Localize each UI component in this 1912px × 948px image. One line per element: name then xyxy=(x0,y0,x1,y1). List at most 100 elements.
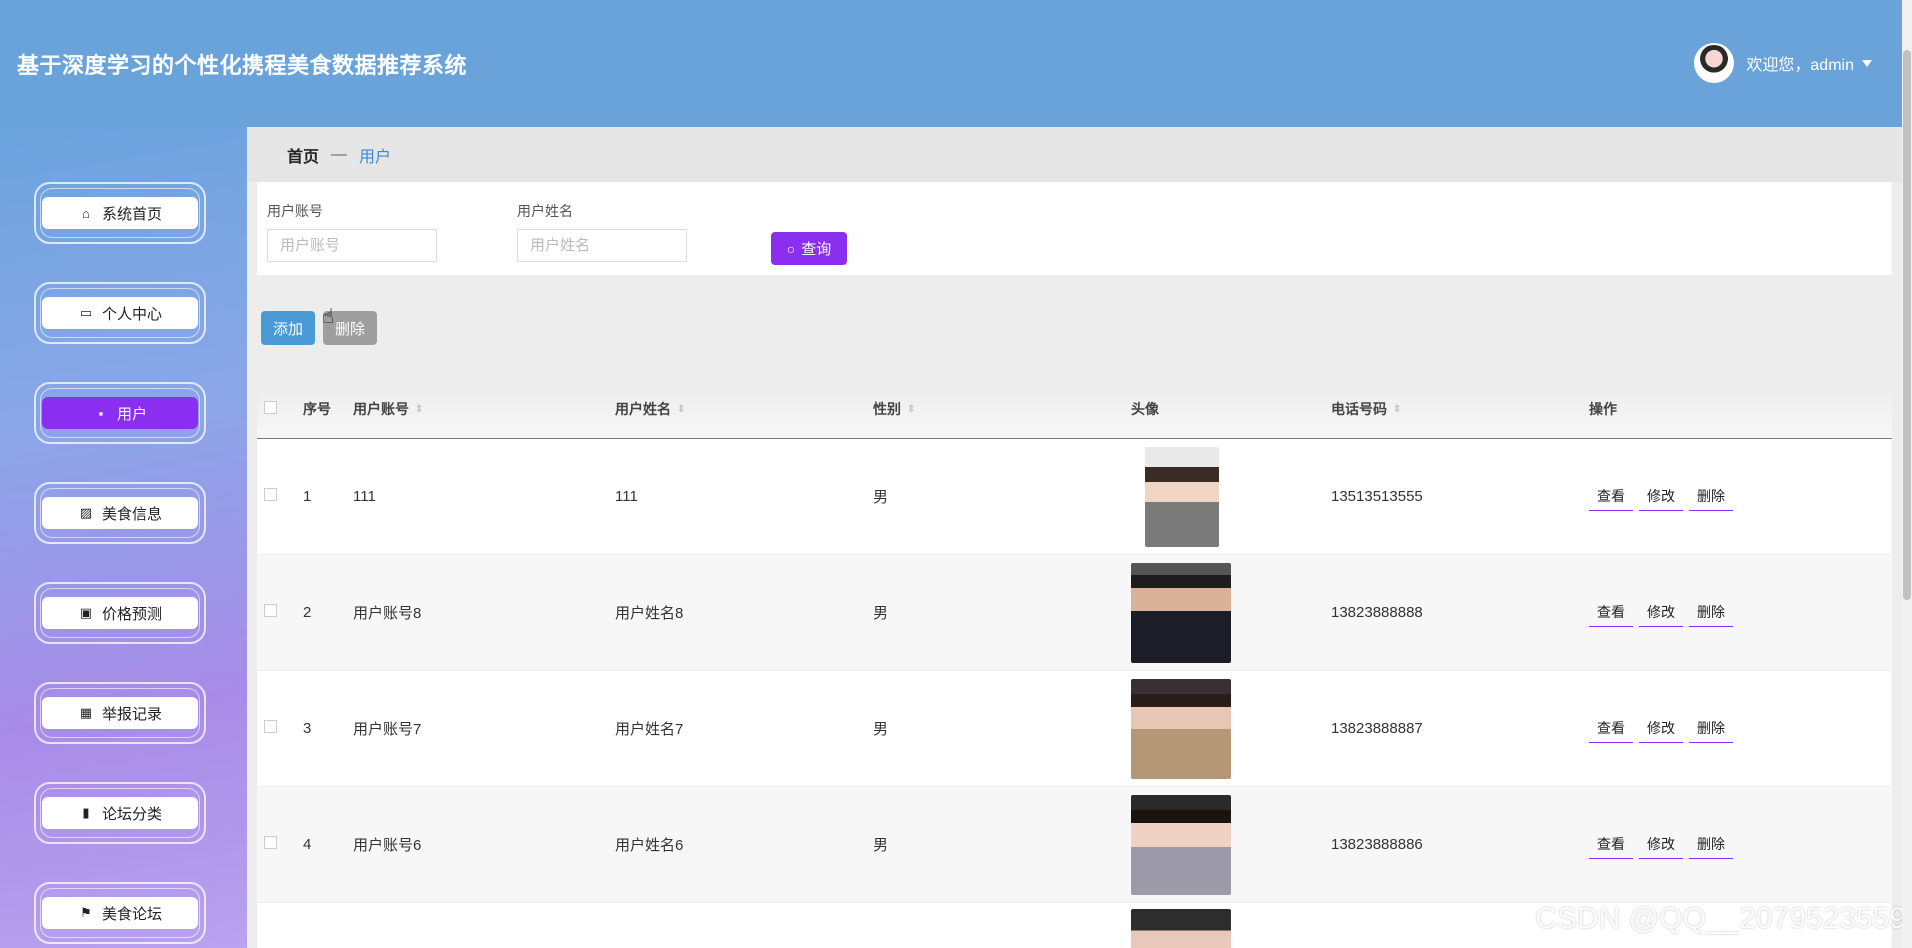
query-button-label: 查询 xyxy=(801,241,832,258)
breadcrumb-separator: — xyxy=(331,145,348,163)
cell-index: 1 xyxy=(303,488,312,505)
breadcrumb: 首页 — 用户 xyxy=(247,127,1902,182)
chevron-down-icon[interactable] xyxy=(1862,59,1872,67)
user-avatar-photo xyxy=(1131,794,1231,895)
cell-phone: 13823888888 xyxy=(1331,604,1423,621)
table-row: 2 用户账号8 用户姓名8 男 13823888888 查看 修改 删除 xyxy=(257,555,1892,671)
cell-account: 用户账号6 xyxy=(353,837,422,854)
cell-phone: 13513513555 xyxy=(1331,488,1423,505)
row-checkbox[interactable] xyxy=(264,604,277,617)
cell-name: 111 xyxy=(615,488,638,505)
view-button[interactable]: 查看 xyxy=(1589,714,1633,743)
sidebar-item-food-forum[interactable]: ⚑ 美食论坛 xyxy=(34,882,206,944)
view-button[interactable]: 查看 xyxy=(1589,598,1633,627)
chart-icon: ▨ xyxy=(79,505,93,520)
sidebar-item-label: 用户 xyxy=(116,405,147,423)
grid-icon: ▦ xyxy=(79,705,93,720)
avatar[interactable] xyxy=(1694,43,1735,83)
row-delete-button[interactable]: 删除 xyxy=(1689,830,1733,859)
user-avatar-photo xyxy=(1131,562,1231,663)
search-icon: ○ xyxy=(786,240,796,257)
edit-button[interactable]: 修改 xyxy=(1639,598,1683,627)
top-header: 基于深度学习的个性化携程美食数据推荐系统 欢迎您，admin xyxy=(0,0,1902,127)
cell-index: 2 xyxy=(303,604,312,621)
col-phone[interactable]: 电话号码 ⇕ xyxy=(1331,399,1589,419)
user-table: 序号 用户账号 ⇕ 用户姓名 ⇕ 性别 ⇕ 头像 电话号码 ⇕ 操作 1 111 111… xyxy=(257,379,1892,948)
col-gender[interactable]: 性别 ⇕ xyxy=(873,399,1131,419)
select-all-checkbox[interactable] xyxy=(264,400,277,414)
account-field: 用户账号 xyxy=(267,201,437,262)
main-content: 首页 — 用户 用户账号 用户姓名 ○ 查询 添加 删除 序号 用户账号⇕ 用户… xyxy=(247,127,1902,948)
col-name[interactable]: 用户姓名 ⇕ xyxy=(615,399,873,419)
col-avatar: 头像 xyxy=(1131,400,1159,417)
edit-button[interactable]: 修改 xyxy=(1639,482,1683,511)
app-title: 基于深度学习的个性化携程美食数据推荐系统 xyxy=(17,53,468,78)
sidebar-item-label: 价格预测 xyxy=(101,605,162,623)
edit-button[interactable]: 修改 xyxy=(1639,714,1683,743)
row-delete-button[interactable]: 删除 xyxy=(1689,482,1733,511)
add-button[interactable]: 添加 xyxy=(261,311,316,345)
scrollbar-thumb[interactable] xyxy=(1903,50,1911,600)
user-avatar-photo xyxy=(1131,678,1231,779)
cell-index: 4 xyxy=(303,836,312,853)
search-panel: 用户账号 用户姓名 ○ 查询 xyxy=(257,182,1892,275)
page-scrollbar[interactable] xyxy=(1902,0,1912,948)
table-row: 1 111 111 男 13513513555 查看 修改 删除 xyxy=(257,439,1892,555)
sort-icon[interactable]: ⇕ xyxy=(907,404,915,415)
cell-gender: 男 xyxy=(873,721,889,738)
cell-gender: 男 xyxy=(873,837,889,854)
cell-gender: 男 xyxy=(873,605,889,622)
sort-icon[interactable]: ⇕ xyxy=(1393,404,1401,415)
cell-name: 用户姓名7 xyxy=(615,721,684,738)
account-label: 用户账号 xyxy=(267,203,323,219)
name-label: 用户姓名 xyxy=(517,203,573,219)
row-checkbox[interactable] xyxy=(264,720,277,733)
row-delete-button[interactable]: 删除 xyxy=(1689,598,1733,627)
sidebar-item-label: 美食论坛 xyxy=(101,905,162,923)
card-icon: ▭ xyxy=(79,305,93,320)
sidebar-item-food-info[interactable]: ▨ 美食信息 xyxy=(34,482,206,544)
view-button[interactable]: 查看 xyxy=(1589,830,1633,859)
account-search-input[interactable] xyxy=(267,229,437,262)
table-header: 序号 用户账号 ⇕ 用户姓名 ⇕ 性别 ⇕ 头像 电话号码 ⇕ 操作 xyxy=(257,379,1892,439)
query-button[interactable]: ○ 查询 xyxy=(771,232,847,265)
sidebar: ⌂ 系统首页 ▭ 个人中心 ▪ 用户 ▨ 美食信息 ▣ 价格预测 ▦ 举报记录 ▮ 论坛分类 … xyxy=(0,127,247,948)
col-index: 序号 xyxy=(303,400,331,417)
user-menu[interactable]: 欢迎您，admin xyxy=(1694,43,1872,83)
cell-account: 用户账号7 xyxy=(353,721,422,738)
row-checkbox[interactable] xyxy=(264,488,277,501)
cell-name: 用户姓名8 xyxy=(615,605,684,622)
sidebar-item-label: 论坛分类 xyxy=(101,805,162,823)
table-row: 3 用户账号7 用户姓名7 男 13823888887 查看 修改 删除 xyxy=(257,671,1892,787)
row-checkbox[interactable] xyxy=(264,836,277,849)
edit-button[interactable]: 修改 xyxy=(1639,830,1683,859)
cell-phone: 13823888887 xyxy=(1331,720,1423,737)
sidebar-item-home[interactable]: ⌂ 系统首页 xyxy=(34,182,206,244)
sidebar-item-users[interactable]: ▪ 用户 xyxy=(34,382,206,444)
sidebar-item-reports[interactable]: ▦ 举报记录 xyxy=(34,682,206,744)
name-search-input[interactable] xyxy=(517,229,687,262)
cell-account: 111 xyxy=(353,488,376,505)
cell-gender: 男 xyxy=(873,489,889,506)
sort-icon[interactable]: ⇕ xyxy=(677,404,685,415)
pointer-cursor-icon: ☝ xyxy=(322,306,335,328)
sidebar-item-label: 美食信息 xyxy=(101,505,162,523)
table-row: 4 用户账号6 用户姓名6 男 13823888886 查看 修改 删除 xyxy=(257,787,1892,903)
chat-icon: ▪ xyxy=(98,405,104,421)
home-icon: ⌂ xyxy=(82,205,90,221)
breadcrumb-current: 用户 xyxy=(359,148,392,166)
sidebar-item-label: 举报记录 xyxy=(101,705,162,723)
user-avatar-photo xyxy=(1145,446,1219,547)
sidebar-item-price-forecast[interactable]: ▣ 价格预测 xyxy=(34,582,206,644)
breadcrumb-home[interactable]: 首页 xyxy=(287,143,319,167)
row-delete-button[interactable]: 删除 xyxy=(1689,714,1733,743)
cell-account: 用户账号8 xyxy=(353,605,422,622)
view-button[interactable]: 查看 xyxy=(1589,482,1633,511)
welcome-text: 欢迎您，admin xyxy=(1746,57,1854,74)
bar-chart-icon: ▮ xyxy=(82,805,90,820)
clipboard-icon: ▣ xyxy=(79,605,93,620)
col-account[interactable]: 用户账号 ⇕ xyxy=(353,399,615,419)
sidebar-item-profile[interactable]: ▭ 个人中心 xyxy=(34,282,206,344)
sidebar-item-forum-category[interactable]: ▮ 论坛分类 xyxy=(34,782,206,844)
sort-icon[interactable]: ⇕ xyxy=(415,404,423,415)
